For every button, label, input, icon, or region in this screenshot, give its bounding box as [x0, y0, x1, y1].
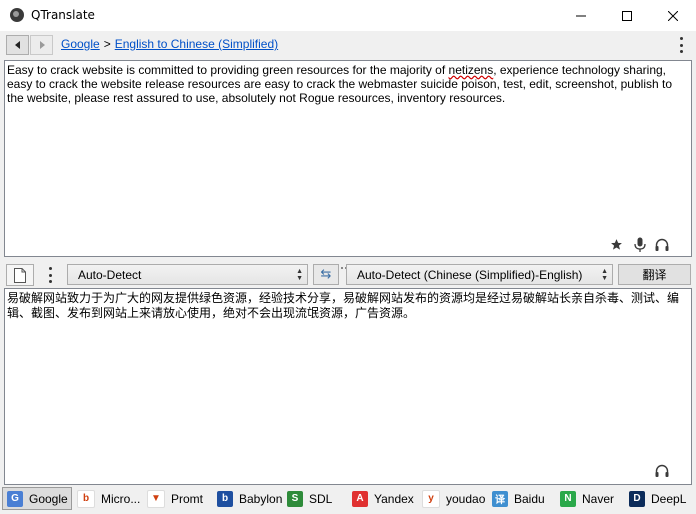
- service-tab-micro[interactable]: b Micro...: [72, 487, 142, 510]
- qtranslate-logo-icon: [10, 8, 24, 22]
- forward-arrow-icon: [39, 41, 45, 49]
- options-menu-icon[interactable]: [676, 37, 686, 53]
- breadcrumb-separator: >: [103, 37, 111, 51]
- service-tab-naver[interactable]: N Naver: [555, 487, 624, 510]
- minimize-button[interactable]: [558, 0, 604, 31]
- service-tab-google[interactable]: G Google: [2, 487, 72, 510]
- service-tab-deepl[interactable]: D DeepL: [624, 487, 692, 510]
- source-text-part: Easy to crack website is committed to pr…: [7, 63, 449, 77]
- star-icon[interactable]: [608, 236, 624, 252]
- swap-icon: ⇆: [320, 267, 332, 282]
- maximize-icon: [622, 10, 632, 21]
- new-document-button[interactable]: [6, 264, 34, 286]
- service-tab-label: SDL: [309, 491, 333, 506]
- back-button[interactable]: [6, 35, 29, 55]
- result-text[interactable]: 易破解网站致力于为广大的网友提供绿色资源，经验技术分享，易破解网站发布的资源均是…: [7, 291, 687, 321]
- service-tab-label: Micro...: [101, 491, 141, 506]
- back-arrow-icon: [14, 41, 20, 49]
- service-tab-babylon[interactable]: b Babylon: [212, 487, 282, 510]
- misspelled-word: netizens: [448, 63, 494, 77]
- service-tab-label: Google: [29, 491, 68, 506]
- service-tab-baidu[interactable]: 译 Baidu: [487, 487, 555, 510]
- bing-icon: b: [77, 489, 95, 508]
- source-text[interactable]: Easy to crack website is committed to pr…: [7, 63, 683, 105]
- service-tab-promt[interactable]: ▼ Promt: [142, 487, 212, 510]
- translate-button[interactable]: 翻译: [618, 264, 691, 285]
- naver-icon: N: [560, 490, 576, 507]
- microphone-icon[interactable]: [632, 236, 648, 252]
- deepl-icon: D: [629, 490, 645, 507]
- service-tab-sdl[interactable]: S SDL: [282, 487, 347, 510]
- source-language-value: Auto-Detect: [78, 267, 142, 282]
- target-language-select[interactable]: Auto-Detect (Chinese (Simplified)-Englis…: [346, 264, 613, 285]
- updown-arrows-icon: ▲ ▼: [296, 268, 303, 282]
- service-tab-label: Yandex: [374, 491, 414, 506]
- minimize-icon: [576, 15, 586, 16]
- baidu-icon: 译: [492, 490, 508, 507]
- service-tab-label: Promt: [171, 491, 204, 506]
- service-tab-label: Baidu: [514, 491, 545, 506]
- service-tabs: G Google b Micro... ▼ Promt b Babylon S SDL A Yande…: [2, 487, 694, 511]
- maximize-button[interactable]: [604, 0, 650, 31]
- service-tab-label: youdao: [446, 491, 486, 506]
- youdao-icon: y: [422, 489, 440, 508]
- window-title: QTranslate: [31, 8, 95, 22]
- headphones-icon[interactable]: [654, 236, 670, 252]
- sdl-icon: S: [287, 490, 303, 507]
- service-tab-label: DeepL: [651, 491, 687, 506]
- target-language-value: Auto-Detect (Chinese (Simplified)-Englis…: [357, 267, 583, 282]
- yandex-icon: A: [352, 490, 368, 507]
- more-options-icon[interactable]: [45, 267, 55, 283]
- google-icon: G: [7, 490, 23, 507]
- headphones-icon[interactable]: [654, 462, 670, 478]
- service-tab-label: Babylon: [239, 491, 283, 506]
- close-icon: [668, 10, 678, 21]
- service-tab-yandex[interactable]: A Yandex: [347, 487, 417, 510]
- service-tab-label: Naver: [582, 491, 615, 506]
- forward-button[interactable]: [30, 35, 53, 55]
- service-tab-youdao[interactable]: y youdao: [417, 487, 487, 510]
- document-icon: [14, 267, 26, 283]
- close-button[interactable]: [650, 0, 696, 31]
- breadcrumb-service-link[interactable]: Google: [61, 37, 100, 51]
- source-language-select[interactable]: Auto-Detect ▲ ▼: [67, 264, 308, 285]
- breadcrumb-direction-link[interactable]: English to Chinese (Simplified): [115, 37, 278, 51]
- swap-languages-button[interactable]: ⇆: [313, 264, 339, 285]
- babylon-icon: b: [217, 490, 233, 507]
- updown-arrows-icon: ▲ ▼: [601, 268, 608, 282]
- splitter-grip[interactable]: [341, 258, 353, 269]
- promt-icon: ▼: [147, 489, 165, 508]
- breadcrumb: Google > English to Chinese (Simplified): [61, 37, 278, 51]
